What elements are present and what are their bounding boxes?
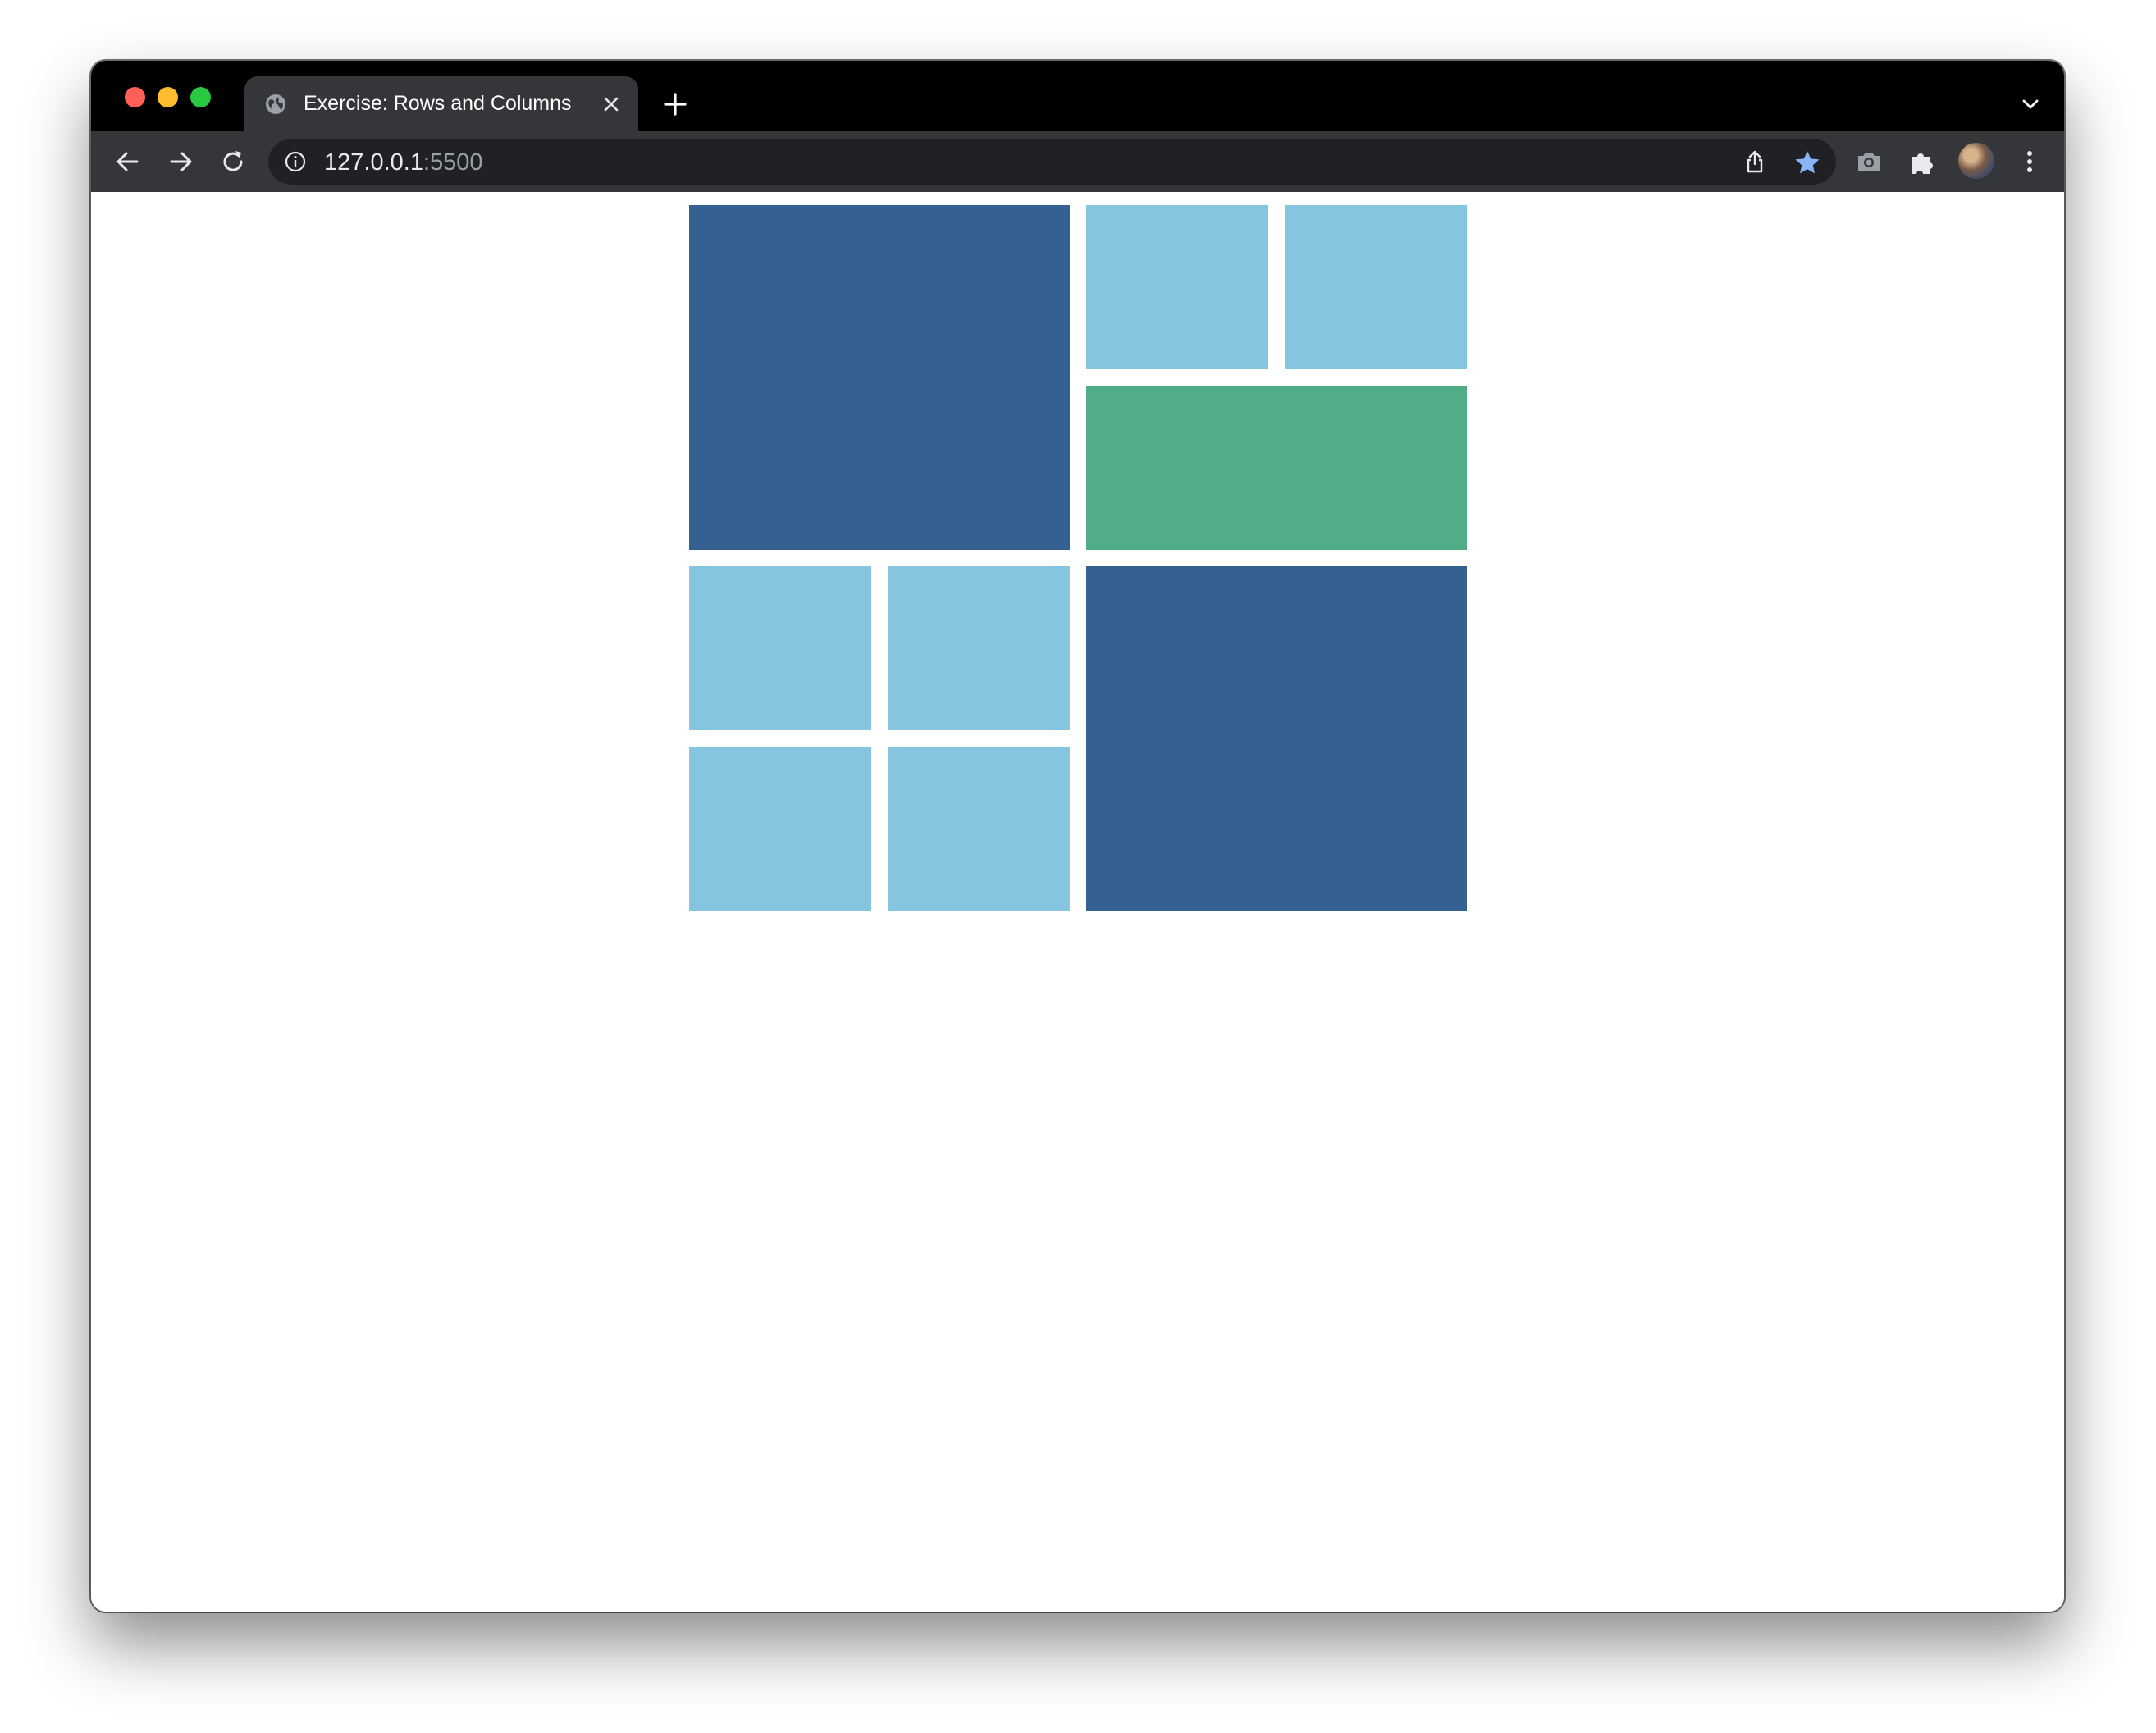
close-window-button[interactable] <box>125 87 145 107</box>
kebab-menu-icon[interactable] <box>2014 146 2045 177</box>
box-large-top-left <box>689 205 1070 550</box>
browser-toolbar: 127.0.0.1:5500 <box>91 131 2064 192</box>
box-large-bottom-right <box>1086 566 1467 911</box>
star-icon[interactable] <box>1793 149 1821 176</box>
reload-icon[interactable] <box>217 146 249 177</box>
url-host: 127.0.0.1 <box>324 149 423 176</box>
box-small-bottom-3 <box>689 747 871 911</box>
box-small-top-2 <box>1285 205 1467 369</box>
close-icon[interactable] <box>601 94 621 114</box>
globe-icon <box>266 94 285 114</box>
puzzle-icon[interactable] <box>1907 146 1938 177</box>
url-port: :5500 <box>423 149 483 176</box>
address-bar[interactable]: 127.0.0.1:5500 <box>268 139 1836 185</box>
box-small-bottom-2 <box>888 566 1070 730</box>
box-small-top-1 <box>1086 205 1268 369</box>
share-icon[interactable] <box>1742 149 1768 175</box>
tab-active[interactable]: Exercise: Rows and Columns <box>244 76 638 131</box>
tab-strip: Exercise: Rows and Columns <box>91 61 2064 131</box>
browser-window: Exercise: Rows and Columns 127.0.0.1:550… <box>91 61 2064 1612</box>
chevron-down-icon[interactable] <box>2020 94 2041 115</box>
minimize-window-button[interactable] <box>158 87 178 107</box>
box-wide-green <box>1086 386 1467 550</box>
maximize-window-button[interactable] <box>190 87 211 107</box>
screenshot-stage: Exercise: Rows and Columns 127.0.0.1:550… <box>0 0 2156 1733</box>
arrow-right-icon[interactable] <box>165 146 196 177</box>
info-icon[interactable] <box>283 149 308 174</box>
plus-icon[interactable] <box>661 90 689 118</box>
box-small-bottom-4 <box>888 747 1070 911</box>
camera-icon[interactable] <box>1853 146 1884 177</box>
arrow-left-icon[interactable] <box>112 146 144 177</box>
profile-avatar[interactable] <box>1958 143 1994 179</box>
tab-title: Exercise: Rows and Columns <box>304 92 572 115</box>
page-viewport <box>91 192 2064 1612</box>
url-text[interactable]: 127.0.0.1:5500 <box>324 149 483 176</box>
box-small-bottom-1 <box>689 566 871 730</box>
